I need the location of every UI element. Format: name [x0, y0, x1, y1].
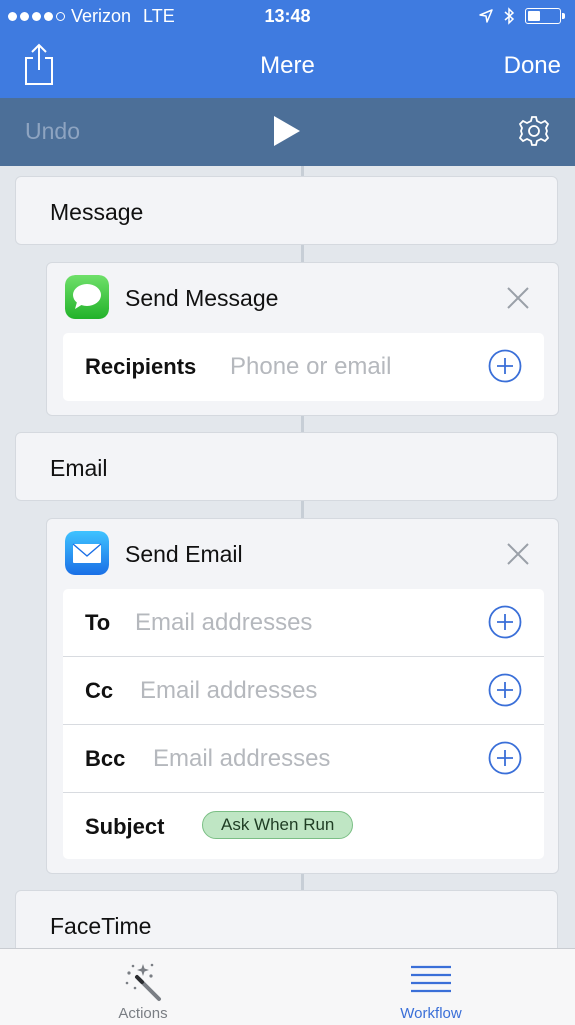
to-row: To Email addresses	[63, 589, 544, 657]
cc-field[interactable]: Email addresses	[140, 677, 317, 705]
tab-label: Workflow	[400, 1005, 462, 1022]
category-message[interactable]: Message	[15, 176, 558, 245]
status-bar: Verizon LTE 13:48	[0, 0, 575, 34]
category-label: FaceTime	[50, 913, 152, 939]
subject-label: Subject	[85, 814, 165, 839]
cc-label: Cc	[85, 678, 114, 703]
to-field[interactable]: Email addresses	[135, 609, 312, 637]
settings-button[interactable]	[517, 114, 551, 153]
gear-icon	[518, 116, 550, 146]
done-button[interactable]: Done	[504, 52, 561, 80]
messages-app-icon	[65, 275, 109, 319]
category-label: Message	[50, 199, 144, 225]
tab-actions[interactable]: Actions	[43, 949, 243, 1025]
run-button[interactable]	[272, 114, 302, 153]
ask-when-run-token[interactable]: Ask When Run	[202, 811, 354, 839]
tab-workflow[interactable]: Workflow	[331, 949, 531, 1025]
add-bcc-icon[interactable]	[488, 741, 522, 775]
to-label: To	[85, 610, 111, 635]
tab-bar: Actions Workflow	[0, 948, 575, 1025]
close-icon[interactable]	[506, 542, 530, 566]
mail-app-icon	[65, 531, 109, 575]
add-recipient-icon[interactable]	[488, 349, 522, 383]
subject-row: Subject Ask When Run	[63, 793, 544, 860]
workflow-title: Mere	[260, 52, 315, 79]
battery-icon	[525, 8, 565, 24]
undo-button[interactable]: Undo	[25, 118, 80, 145]
category-facetime[interactable]: FaceTime	[15, 890, 558, 948]
bcc-field[interactable]: Email addresses	[153, 745, 330, 773]
bcc-row: Bcc Email addresses	[63, 725, 544, 793]
add-to-icon[interactable]	[488, 605, 522, 639]
category-label: Email	[50, 455, 108, 481]
cc-row: Cc Email addresses	[63, 657, 544, 725]
category-email[interactable]: Email	[15, 432, 558, 501]
editor-toolbar: Undo	[0, 98, 575, 166]
magic-wand-icon	[125, 963, 161, 1001]
send-email-action[interactable]: Send Email To Email addresses Cc Email a…	[46, 518, 559, 874]
bcc-label: Bcc	[85, 746, 126, 771]
navigation-bar: Mere Done	[0, 34, 575, 98]
recipients-label: Recipients	[85, 354, 197, 379]
tab-label: Actions	[118, 1005, 168, 1022]
close-icon[interactable]	[506, 286, 530, 310]
action-title: Send Email	[125, 541, 243, 567]
add-cc-icon[interactable]	[488, 673, 522, 707]
send-message-action[interactable]: Send Message Recipients Phone or email	[46, 262, 559, 416]
workflow-actions-list: Message Send Message Recipients Phone or…	[0, 166, 575, 948]
play-icon	[274, 116, 300, 146]
list-icon	[411, 965, 451, 993]
action-title: Send Message	[125, 285, 279, 311]
recipients-row: Recipients Phone or email	[63, 333, 544, 400]
bluetooth-icon	[504, 7, 515, 25]
location-icon	[479, 9, 493, 23]
recipients-field[interactable]: Phone or email	[230, 353, 391, 381]
